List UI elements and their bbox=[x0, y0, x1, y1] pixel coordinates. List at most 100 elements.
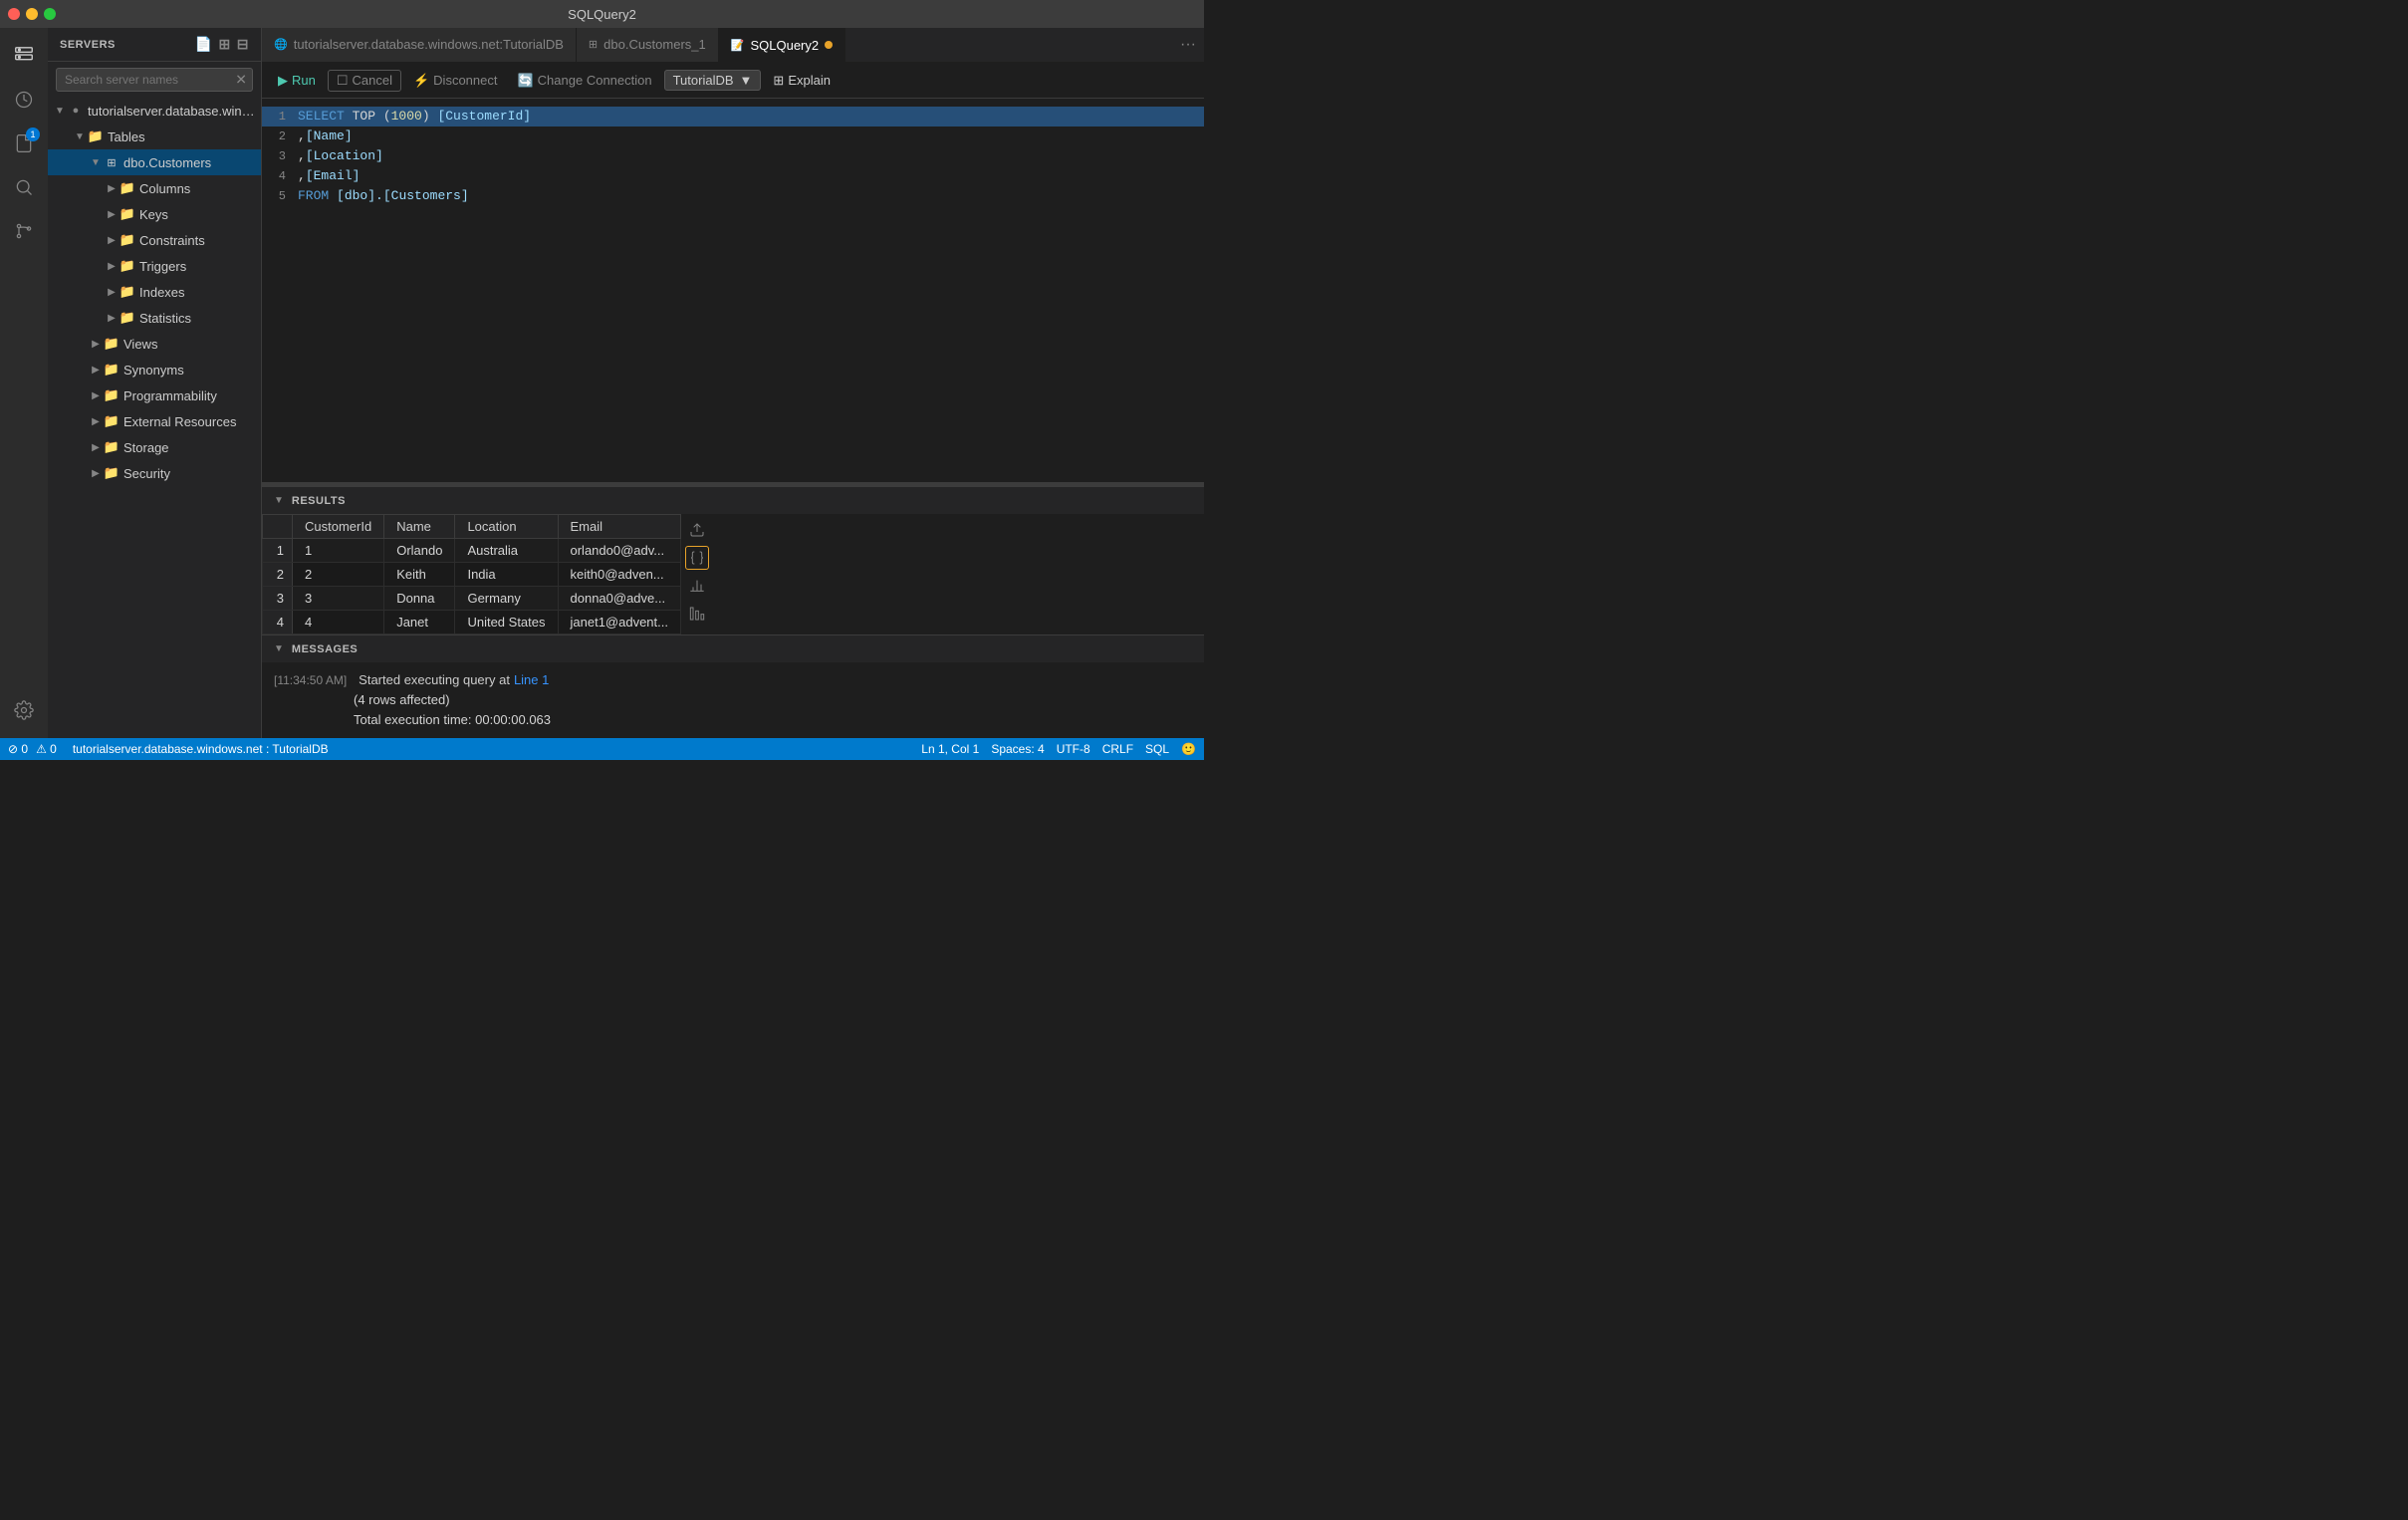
line-num-3: 3 bbox=[262, 146, 298, 166]
tab-server[interactable]: 🌐 tutorialserver.database.windows.net:Tu… bbox=[262, 28, 577, 62]
sidebar-item-files[interactable]: 1 bbox=[4, 124, 44, 163]
tree-statistics[interactable]: ▶ 📁 Statistics bbox=[48, 305, 261, 331]
line-num-4: 4 bbox=[262, 166, 298, 186]
triggers-label: Triggers bbox=[139, 259, 186, 274]
editor-area[interactable]: 1 SELECT TOP (1000) [CustomerId] 2 ,[Nam… bbox=[262, 99, 1204, 214]
status-encoding[interactable]: UTF-8 bbox=[1057, 742, 1090, 756]
messages-collapse-icon[interactable]: ▼ bbox=[274, 643, 284, 654]
tree-tables[interactable]: ▼ 📁 Tables bbox=[48, 124, 261, 149]
tree-security[interactable]: ▶ 📁 Security bbox=[48, 460, 261, 486]
line-content-5: FROM [dbo].[Customers] bbox=[298, 186, 469, 206]
cancel-icon: ☐ bbox=[337, 73, 349, 89]
new-query-icon[interactable]: 📄 bbox=[195, 36, 213, 53]
tree-columns[interactable]: ▶ 📁 Columns bbox=[48, 175, 261, 201]
minimize-button[interactable] bbox=[26, 8, 38, 20]
close-button[interactable] bbox=[8, 8, 20, 20]
code-line-1: 1 SELECT TOP (1000) [CustomerId] bbox=[262, 107, 1204, 127]
tab-query-label: SQLQuery2 bbox=[750, 38, 819, 53]
sidebar-item-search[interactable] bbox=[4, 167, 44, 207]
results-side-icons bbox=[681, 514, 713, 634]
synonyms-label: Synonyms bbox=[123, 363, 184, 378]
status-smiley[interactable]: 🙂 bbox=[1181, 742, 1196, 756]
new-server-icon[interactable]: ⊞ bbox=[219, 36, 231, 53]
sidebar-header: SERVERS 📄 ⊞ ⊟ bbox=[48, 28, 261, 62]
status-warnings[interactable]: ⚠ 0 bbox=[36, 742, 57, 756]
tree-keys[interactable]: ▶ 📁 Keys bbox=[48, 201, 261, 227]
row-2-email: keith0@adven... bbox=[558, 563, 680, 587]
status-language[interactable]: SQL bbox=[1145, 742, 1169, 756]
toolbar: ▶ Run ☐ Cancel ⚡ Disconnect 🔄 Change Con… bbox=[262, 63, 1204, 99]
status-spaces[interactable]: Spaces: 4 bbox=[991, 742, 1044, 756]
views-folder-icon: 📁 bbox=[104, 336, 120, 352]
server-name: tutorialserver.database.windows.n... bbox=[88, 104, 261, 119]
row-3-num: 3 bbox=[263, 587, 293, 611]
tab-more-button[interactable]: ··· bbox=[1172, 28, 1204, 62]
traffic-lights bbox=[8, 8, 56, 20]
settings-icon[interactable] bbox=[4, 690, 44, 730]
database-selector[interactable]: TutorialDB ▼ bbox=[664, 70, 762, 91]
indexes-label: Indexes bbox=[139, 285, 185, 300]
tables-label: Tables bbox=[108, 129, 145, 144]
storage-arrow: ▶ bbox=[88, 439, 104, 455]
tree-external-resources[interactable]: ▶ 📁 External Resources bbox=[48, 408, 261, 434]
results-table-wrapper[interactable]: CustomerId Name Location Email 1 1 bbox=[262, 514, 681, 634]
tree-views[interactable]: ▶ 📁 Views bbox=[48, 331, 261, 357]
status-errors[interactable]: ⊘ 0 bbox=[8, 742, 28, 756]
messages-panel: ▼ MESSAGES [11:34:50 AM] Started executi… bbox=[262, 634, 1204, 738]
explain-button[interactable]: ⊞ Explain bbox=[773, 73, 831, 89]
run-button[interactable]: ▶ Run bbox=[270, 70, 324, 92]
json-view-icon[interactable] bbox=[685, 546, 709, 570]
line-num-2: 2 bbox=[262, 127, 298, 146]
keys-folder-icon: 📁 bbox=[120, 206, 135, 222]
results-collapse-icon[interactable]: ▼ bbox=[274, 495, 284, 506]
change-connection-button[interactable]: 🔄 Change Connection bbox=[509, 70, 659, 92]
status-bar: ⊘ 0 ⚠ 0 tutorialserver.database.windows.… bbox=[0, 738, 1204, 760]
code-line-5: 5 FROM [dbo].[Customers] bbox=[262, 186, 1204, 206]
sidebar-item-history[interactable] bbox=[4, 80, 44, 120]
triggers-folder-icon: 📁 bbox=[120, 258, 135, 274]
tables-folder-icon: 📁 bbox=[88, 128, 104, 144]
tab-customers[interactable]: ⊞ dbo.Customers_1 bbox=[577, 28, 719, 62]
table-row: 3 3 Donna Germany donna0@adve... bbox=[263, 587, 681, 611]
results-panel-header: ▼ RESULTS bbox=[262, 486, 1204, 514]
status-server[interactable]: tutorialserver.database.windows.net : Tu… bbox=[73, 742, 329, 756]
row-4-email: janet1@advent... bbox=[558, 611, 680, 634]
search-input[interactable] bbox=[56, 68, 253, 92]
maximize-button[interactable] bbox=[44, 8, 56, 20]
collapse-icon[interactable]: ⊟ bbox=[237, 36, 249, 53]
row-2-name: Keith bbox=[384, 563, 455, 587]
views-label: Views bbox=[123, 337, 157, 352]
message-link[interactable]: Line 1 bbox=[514, 670, 549, 690]
tree-storage[interactable]: ▶ 📁 Storage bbox=[48, 434, 261, 460]
tree-indexes[interactable]: ▶ 📁 Indexes bbox=[48, 279, 261, 305]
tree-triggers[interactable]: ▶ 📁 Triggers bbox=[48, 253, 261, 279]
tree-programmability[interactable]: ▶ 📁 Programmability bbox=[48, 382, 261, 408]
bar-chart-icon[interactable] bbox=[685, 602, 709, 626]
editor-section[interactable]: 1 SELECT TOP (1000) [CustomerId] 2 ,[Nam… bbox=[262, 99, 1204, 482]
sidebar-item-git[interactable] bbox=[4, 211, 44, 251]
tree-dbo-customers[interactable]: ▼ ⊞ dbo.Customers bbox=[48, 149, 261, 175]
chart-view-icon[interactable] bbox=[685, 574, 709, 598]
cancel-button[interactable]: ☐ Cancel bbox=[328, 70, 401, 92]
status-position[interactable]: Ln 1, Col 1 bbox=[921, 742, 979, 756]
sidebar-header-icons: 📄 ⊞ ⊟ bbox=[195, 36, 249, 53]
tree-synonyms[interactable]: ▶ 📁 Synonyms bbox=[48, 357, 261, 382]
storage-label: Storage bbox=[123, 440, 169, 455]
columns-folder-icon: 📁 bbox=[120, 180, 135, 196]
synonyms-folder-icon: 📁 bbox=[104, 362, 120, 378]
db-name: TutorialDB bbox=[673, 73, 734, 88]
status-line-ending[interactable]: CRLF bbox=[1102, 742, 1133, 756]
storage-folder-icon: 📁 bbox=[104, 439, 120, 455]
server-root[interactable]: ▼ ● tutorialserver.database.windows.n... bbox=[48, 98, 261, 124]
disconnect-button[interactable]: ⚡ Disconnect bbox=[405, 70, 506, 92]
search-clear-icon[interactable]: ✕ bbox=[235, 72, 247, 89]
tab-bar: 🌐 tutorialserver.database.windows.net:Tu… bbox=[262, 28, 1204, 63]
tab-query-icon: 📝 bbox=[731, 39, 745, 52]
row-4-customerid: 4 bbox=[293, 611, 384, 634]
export-icon[interactable] bbox=[685, 518, 709, 542]
tab-query[interactable]: 📝 SQLQuery2 bbox=[719, 28, 845, 62]
message-line-1: [11:34:50 AM] Started executing query at… bbox=[274, 670, 1192, 690]
keys-arrow: ▶ bbox=[104, 206, 120, 222]
tree-constraints[interactable]: ▶ 📁 Constraints bbox=[48, 227, 261, 253]
sidebar-item-servers[interactable] bbox=[4, 36, 44, 76]
